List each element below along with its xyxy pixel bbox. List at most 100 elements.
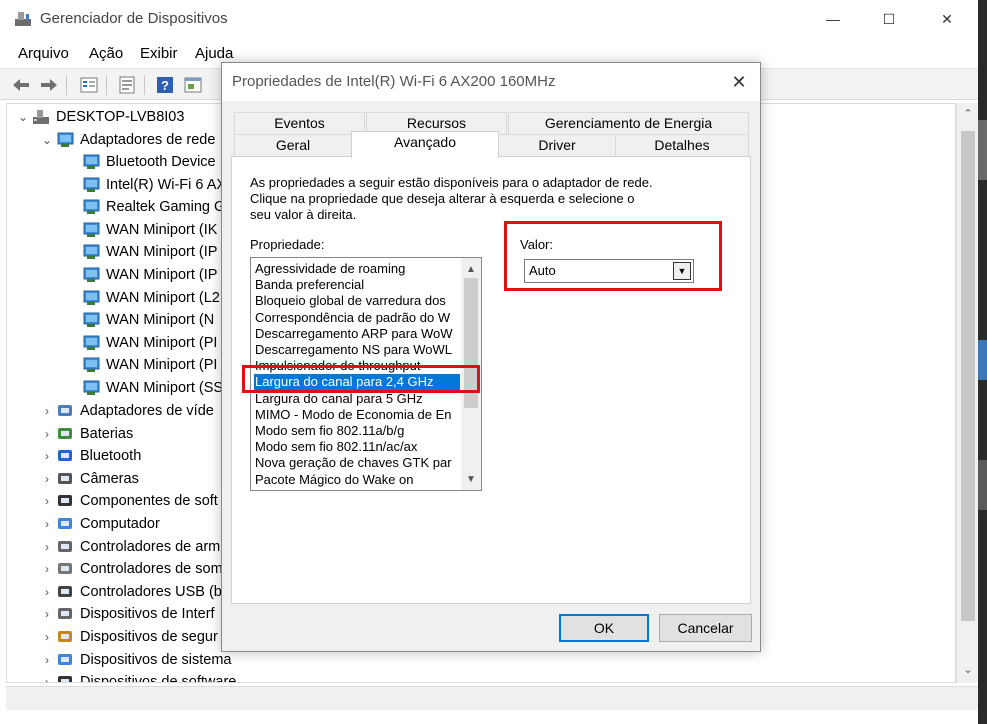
tree-view-icon (80, 77, 98, 93)
tree-device-item[interactable]: Bluetooth Device (81, 151, 216, 173)
tree-category[interactable]: › Dispositivos de sistema (39, 649, 232, 671)
tab-geral[interactable]: Geral (234, 134, 352, 156)
chevron-right-icon[interactable]: › (39, 517, 55, 531)
tree-view-button[interactable] (78, 74, 100, 96)
scroll-up-icon[interactable]: ⌃ (957, 107, 979, 120)
property-list-item[interactable]: Agressividade de roaming (254, 261, 460, 277)
collapse-icon[interactable]: ⌄ (15, 110, 31, 124)
back-button[interactable] (10, 74, 32, 96)
properties-button[interactable] (116, 74, 138, 96)
property-list-item[interactable]: Modo sem fio 802.11a/b/g (254, 423, 460, 439)
tree-device-item[interactable]: WAN Miniport (N (81, 309, 214, 331)
menu-ajuda[interactable]: Ajuda (195, 45, 233, 62)
menu-arquivo[interactable]: Arquivo (18, 45, 69, 62)
chevron-right-icon[interactable]: › (39, 472, 55, 486)
chevron-right-icon[interactable]: › (39, 562, 55, 576)
scroll-down-icon[interactable]: ▼ (461, 470, 481, 488)
system-device-icon (55, 651, 75, 669)
tree-category-network-adapters[interactable]: ⌄ Adaptadores de rede (39, 129, 215, 151)
computer-window-icon (184, 77, 202, 93)
description-text: As propriedades a seguir estão disponíve… (250, 175, 653, 222)
tree-category-label: Adaptadores de víde (80, 403, 214, 419)
tree-category[interactable]: › Dispositivos de segur (39, 626, 218, 648)
property-list-item[interactable]: Nova geração de chaves GTK par (254, 455, 460, 471)
dialog-close-button[interactable]: ✕ (724, 67, 754, 97)
desktop-computer-icon (31, 108, 51, 126)
tree-device-item[interactable]: WAN Miniport (IP (81, 241, 217, 263)
tree-root[interactable]: ⌄ DESKTOP-LVB8I03 (15, 106, 184, 128)
tree-category[interactable]: › Controladores USB (b (39, 581, 222, 603)
maximize-button[interactable]: ☐ (866, 0, 912, 38)
tree-category[interactable]: › Câmeras (39, 468, 139, 490)
tab-avancado[interactable]: Avançado (351, 131, 499, 158)
hid-icon (55, 605, 75, 623)
property-list-item[interactable]: Descarregamento ARP para WoW (254, 326, 460, 342)
status-bar (6, 686, 978, 710)
chevron-right-icon[interactable]: › (39, 449, 55, 463)
action-view-button[interactable] (182, 74, 204, 96)
chevron-right-icon[interactable]: › (39, 427, 55, 441)
chevron-right-icon[interactable]: › (39, 404, 55, 418)
device-manager-icon (14, 10, 32, 28)
property-list-item[interactable]: Modo sem fio 802.11n/ac/ax (254, 439, 460, 455)
help-button[interactable]: ? (154, 74, 176, 96)
cancel-button[interactable]: Cancelar (659, 614, 752, 642)
tab-detalhes[interactable]: Detalhes (615, 134, 749, 156)
scrollbar-thumb[interactable] (961, 131, 975, 621)
close-button[interactable]: ✕ (924, 0, 970, 38)
tab-eventos[interactable]: Eventos (234, 112, 365, 134)
tree-category[interactable]: › Adaptadores de víde (39, 400, 214, 422)
tab-gerenciamento-energia[interactable]: Gerenciamento de Energia (508, 112, 749, 134)
chevron-right-icon[interactable]: › (39, 653, 55, 667)
title-bar: Gerenciador de Dispositivos — ☐ ✕ (0, 0, 978, 38)
property-list-item[interactable]: Descarregamento NS para WoWL (254, 342, 460, 358)
menu-acao[interactable]: Ação (89, 45, 123, 62)
tree-category[interactable]: › Baterias (39, 423, 133, 445)
collapse-icon[interactable]: ⌄ (39, 133, 55, 147)
dialog-title: Propriedades de Intel(R) Wi-Fi 6 AX200 1… (232, 73, 556, 90)
tree-category[interactable]: › Dispositivos de Interf (39, 603, 215, 625)
tree-device-item[interactable]: WAN Miniport (IP (81, 264, 217, 286)
tab-driver[interactable]: Driver (498, 134, 616, 156)
tree-category[interactable]: › Componentes de soft (39, 490, 218, 512)
chevron-right-icon[interactable]: › (39, 494, 55, 508)
chevron-right-icon[interactable]: › (39, 540, 55, 554)
tree-category-label: Dispositivos de Interf (80, 606, 215, 623)
chevron-right-icon[interactable]: › (39, 585, 55, 599)
property-list-item[interactable]: MIMO - Modo de Economia de En (254, 407, 460, 423)
chevron-right-icon[interactable]: › (39, 607, 55, 621)
property-list-item[interactable]: Banda preferencial (254, 277, 460, 293)
tree-device-item[interactable]: WAN Miniport (PI (81, 354, 217, 376)
tree-category[interactable]: › Controladores de som (39, 558, 223, 580)
scroll-down-icon[interactable]: ⌄ (957, 663, 979, 676)
scroll-up-icon[interactable]: ▲ (461, 260, 481, 278)
window-title: Gerenciador de Dispositivos (40, 10, 228, 27)
properties-icon (119, 76, 135, 94)
tree-category[interactable]: › Controladores de arm (39, 536, 220, 558)
property-list-item[interactable]: Pacote Mágico do Wake on (254, 472, 460, 488)
minimize-button[interactable]: — (810, 0, 856, 38)
tree-device-item[interactable]: WAN Miniport (SS (81, 377, 223, 399)
tree-category[interactable]: › Computador (39, 513, 160, 535)
chevron-right-icon[interactable]: › (39, 630, 55, 644)
network-adapter-icon (81, 356, 101, 374)
camera-icon (55, 470, 75, 488)
tree-scrollbar[interactable]: ⌃ ⌄ (956, 103, 978, 683)
tree-device-item[interactable]: Intel(R) Wi-Fi 6 AX (81, 174, 226, 196)
ok-button[interactable]: OK (559, 614, 649, 642)
tree-device-item[interactable]: WAN Miniport (IK (81, 219, 217, 241)
menu-exibir[interactable]: Exibir (140, 45, 178, 62)
tree-category[interactable]: › Dispositivos de software (39, 671, 236, 682)
property-list-item[interactable]: Bloqueio global de varredura dos (254, 293, 460, 309)
tree-device-item[interactable]: WAN Miniport (PI (81, 332, 217, 354)
chevron-right-icon[interactable]: › (39, 675, 55, 682)
forward-button[interactable] (38, 74, 60, 96)
tree-device-item[interactable]: Realtek Gaming G (81, 196, 225, 218)
tree-category-label: Controladores USB (b (80, 583, 222, 600)
network-adapter-icon (81, 311, 101, 329)
network-adapter-icon (81, 153, 101, 171)
property-list-item[interactable]: Correspondência de padrão do W (254, 310, 460, 326)
tree-device-item[interactable]: WAN Miniport (L2 (81, 287, 220, 309)
tree-category[interactable]: › Bluetooth (39, 445, 141, 467)
tree-category-label: Controladores de arm (80, 538, 221, 555)
